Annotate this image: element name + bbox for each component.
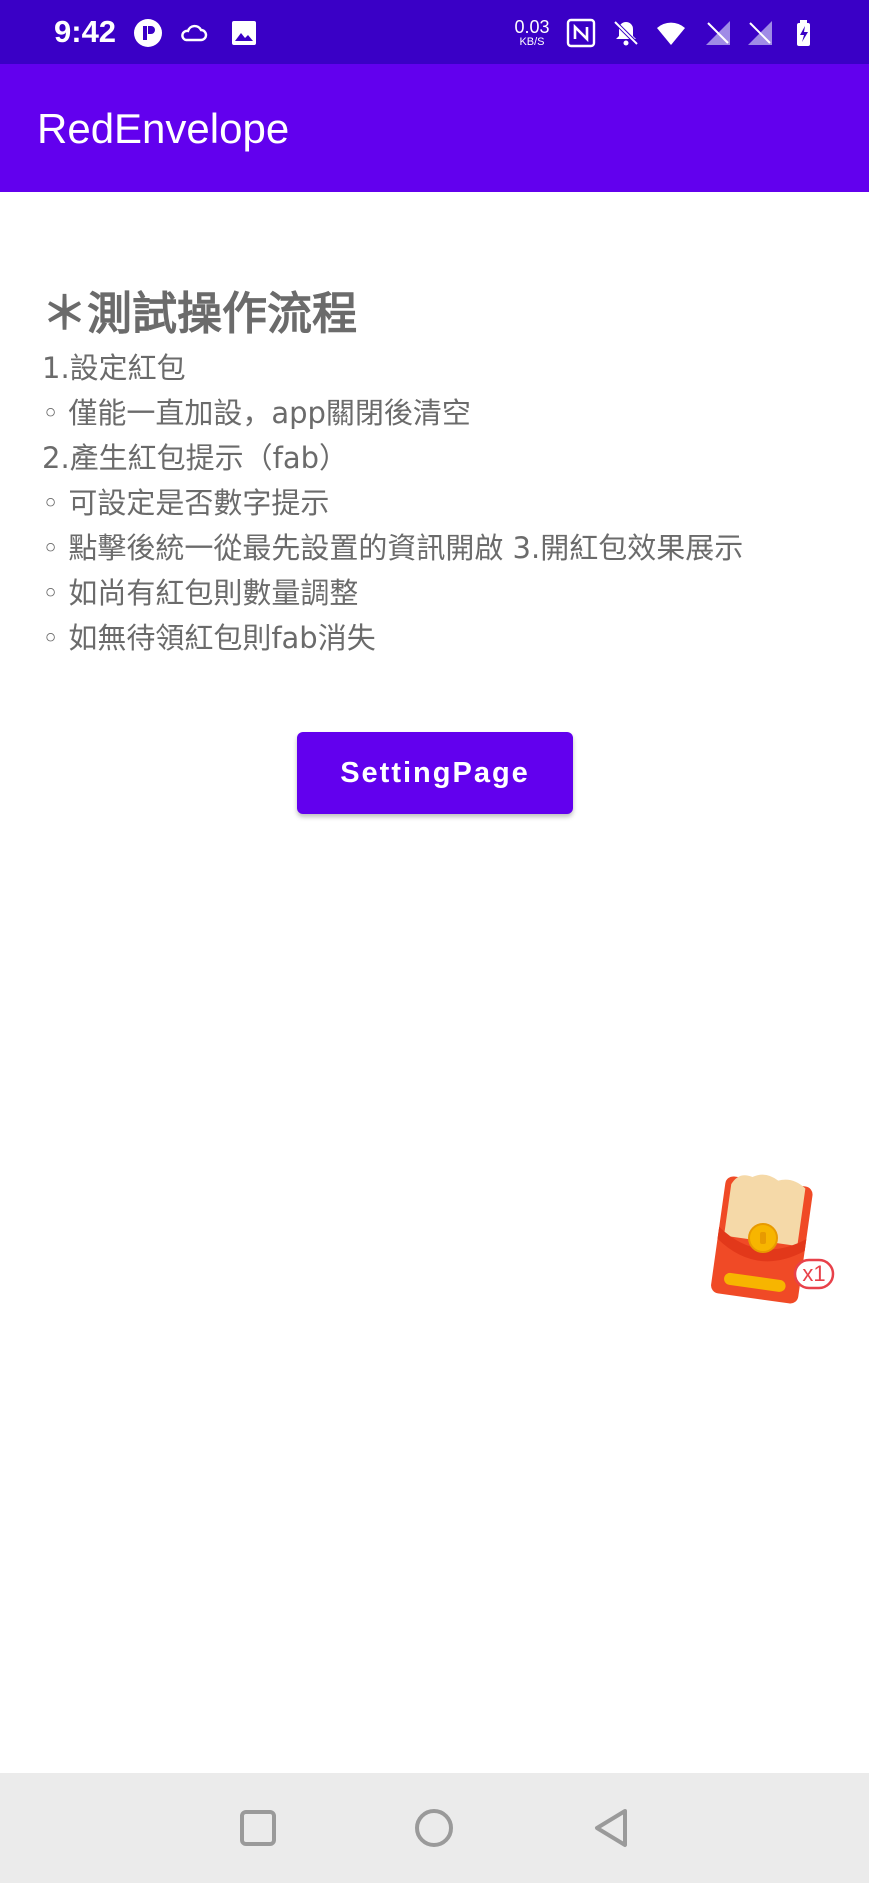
network-speed-unit: KB/S	[519, 36, 545, 48]
status-bar: 9:42 0.03 KB/S	[0, 0, 869, 64]
recent-apps-icon[interactable]	[231, 1801, 285, 1855]
navigation-bar	[0, 1773, 869, 1883]
nfc-icon	[566, 18, 596, 48]
instruction-line: 1.設定紅包	[42, 351, 186, 385]
instruction-line: ◦ 如無待領紅包則fab消失	[42, 621, 376, 655]
battery-charging-icon	[797, 20, 810, 46]
network-speed: 0.03 KB/S	[510, 18, 554, 48]
red-envelope-icon: x1	[711, 1174, 835, 1304]
status-time: 9:42	[54, 14, 117, 49]
instruction-line: ◦ 點擊後統一從最先設置的資訊開啟 3.開紅包效果展示	[42, 531, 744, 565]
image-icon	[232, 21, 256, 45]
red-envelope-fab[interactable]: x1	[700, 1168, 840, 1318]
app-notification-icon	[134, 19, 162, 47]
app-bar: RedEnvelope	[0, 64, 869, 192]
instruction-line: ◦ 僅能一直加設，app關閉後清空	[42, 396, 471, 430]
fab-badge: x1	[802, 1261, 825, 1286]
bell-off-icon	[613, 20, 639, 46]
signal-icon-2	[748, 21, 772, 45]
back-icon[interactable]	[585, 1801, 639, 1855]
instructions: ＊測試操作流程 1.設定紅包 ◦ 僅能一直加設，app關閉後清空 2.產生紅包提…	[42, 282, 842, 661]
instruction-line: ◦ 可設定是否數字提示	[42, 486, 330, 520]
cloud-icon	[181, 24, 208, 42]
network-speed-value: 0.03	[514, 17, 550, 37]
signal-icon	[706, 21, 730, 45]
instruction-line: ◦ 如尚有紅包則數量調整	[42, 576, 359, 610]
home-icon[interactable]	[407, 1801, 461, 1855]
instructions-heading: ＊測試操作流程	[42, 287, 358, 340]
setting-page-button[interactable]: SettingPage	[297, 732, 573, 814]
instruction-line: 2.產生紅包提示（fab）	[42, 441, 349, 475]
app-title: RedEnvelope	[37, 105, 290, 152]
wifi-icon	[657, 22, 685, 45]
